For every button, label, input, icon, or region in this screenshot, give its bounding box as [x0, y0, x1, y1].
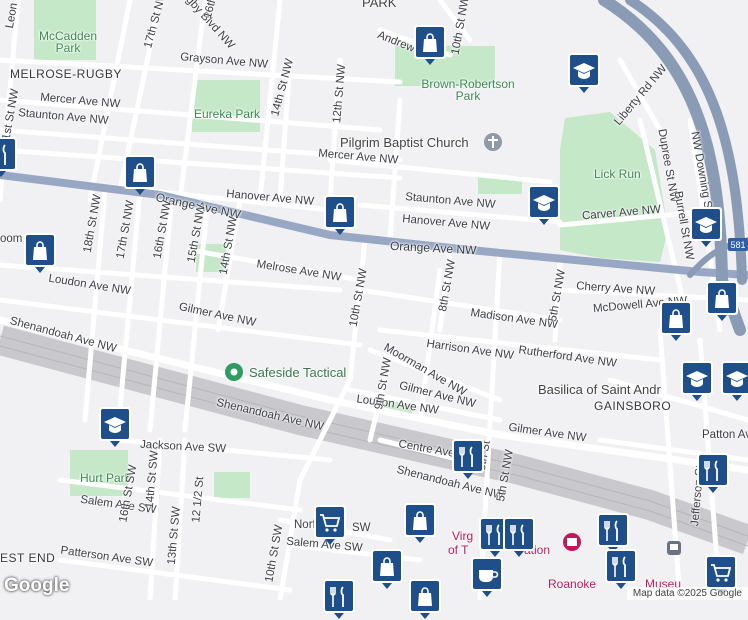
graduation-cap-marker[interactable]: [680, 360, 714, 402]
place-museum-3[interactable]: of T: [448, 544, 468, 556]
park-label-mccadden: McCadden Park: [38, 29, 98, 55]
graduation-cap-icon: [681, 361, 713, 401]
neighborhood-gainsboro: GAINSBORO: [594, 399, 672, 413]
shopping-bag-marker[interactable]: [323, 194, 357, 236]
neighborhood-melrose-rugby: MELROSE-RUGBY: [10, 67, 122, 81]
shopping-bag-icon: [414, 25, 446, 65]
restaurant-icon: [605, 549, 637, 589]
restaurant-marker[interactable]: [451, 438, 485, 480]
park-label-lick-run: Lick Run: [594, 167, 641, 181]
shopping-bag-marker[interactable]: [659, 300, 693, 342]
shopping-bag-icon: [24, 233, 56, 273]
shopping-bag-marker[interactable]: [123, 154, 157, 196]
shopping-bag-icon: [324, 195, 356, 235]
street-loom: oom: [0, 233, 23, 245]
place-basilica[interactable]: Basilica of Saint Andr: [538, 383, 661, 396]
shopping-cart-marker[interactable]: [313, 504, 347, 546]
shopping-bag-marker[interactable]: [370, 548, 404, 590]
shopping-bag-icon: [706, 281, 738, 321]
graduation-cap-marker[interactable]: [527, 184, 561, 226]
shopping-cart-icon: [314, 505, 346, 545]
restaurant-marker[interactable]: [502, 516, 536, 558]
graduation-cap-icon: [690, 207, 722, 247]
graduation-cap-icon: [721, 361, 748, 401]
place-museum-1[interactable]: Virg: [452, 530, 473, 542]
graduation-cap-marker[interactable]: [689, 206, 723, 248]
google-logo: Google: [4, 575, 70, 596]
shopping-bag-marker[interactable]: [413, 24, 447, 66]
safeside-poi-icon[interactable]: [225, 363, 243, 381]
interstate-shield: 581: [728, 238, 748, 251]
shopping-bag-marker[interactable]: [408, 578, 442, 620]
graduation-cap-icon: [99, 407, 131, 447]
neighborhood-west-end: EST END: [0, 551, 56, 565]
cafe-icon: [471, 557, 503, 597]
street-patton: Patton Ave: [702, 429, 748, 441]
restaurant-icon: [452, 439, 484, 479]
restaurant-icon: [503, 517, 535, 557]
shopping-bag-icon: [124, 155, 156, 195]
park-label-eureka: Eureka Park: [194, 107, 261, 121]
transit-icon[interactable]: [667, 541, 681, 555]
shopping-bag-icon: [660, 301, 692, 341]
park-label-hurt: Hurt Park: [80, 471, 131, 485]
restaurant-icon: [323, 579, 355, 619]
shopping-bag-icon: [409, 579, 441, 619]
cafe-marker[interactable]: [470, 556, 504, 598]
shield-label: 581: [730, 240, 745, 250]
restaurant-icon: [697, 453, 729, 493]
church-icon[interactable]: [484, 133, 502, 151]
place-roanoke[interactable]: Roanoke: [548, 578, 596, 590]
restaurant-marker[interactable]: [0, 136, 18, 178]
restaurant-marker[interactable]: [696, 452, 730, 494]
shopping-bag-icon: [371, 549, 403, 589]
graduation-cap-marker[interactable]: [98, 406, 132, 448]
graduation-cap-marker[interactable]: [720, 360, 748, 402]
shopping-bag-marker[interactable]: [403, 502, 437, 544]
graduation-cap-icon: [568, 53, 600, 93]
graduation-cap-marker[interactable]: [567, 52, 601, 94]
place-safeside-tactical[interactable]: Safeside Tactical: [249, 366, 346, 379]
shopping-bag-marker[interactable]: [705, 280, 739, 322]
place-pilgrim-baptist[interactable]: Pilgrim Baptist Church: [340, 136, 469, 149]
street-norfolk-2: SW: [352, 522, 371, 534]
graduation-cap-icon: [528, 185, 560, 225]
museum-poi-icon[interactable]: [563, 533, 581, 551]
restaurant-icon: [0, 137, 17, 177]
restaurant-marker[interactable]: [604, 548, 638, 590]
place-top-clip: PARK: [362, 0, 397, 10]
shopping-bag-icon: [404, 503, 436, 543]
restaurant-marker[interactable]: [322, 578, 356, 620]
park-label-brown-robertson: Brown-Robertson Park: [421, 77, 515, 103]
shopping-bag-marker[interactable]: [23, 232, 57, 274]
map-attribution[interactable]: Map data ©2025 Google: [626, 587, 748, 600]
